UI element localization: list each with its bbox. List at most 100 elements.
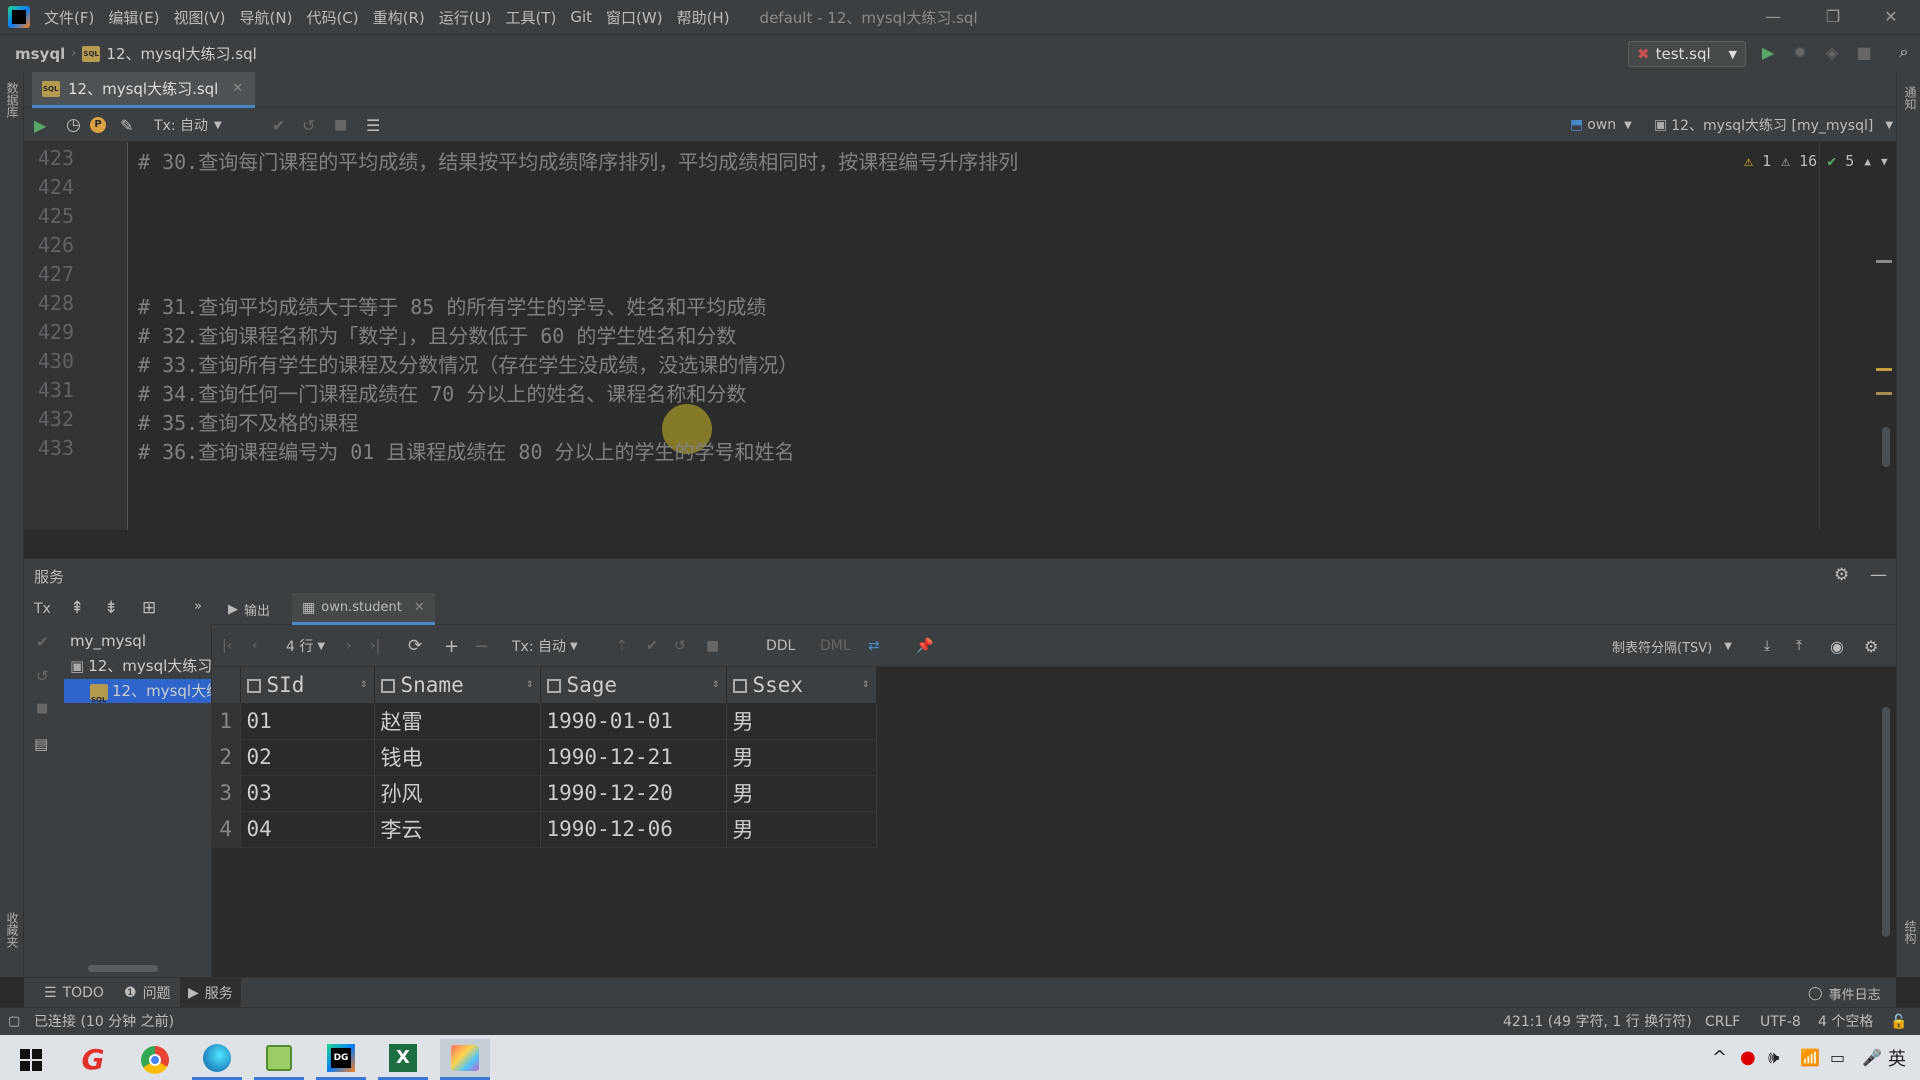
gear-icon[interactable]: ⚙ (1864, 625, 1878, 667)
indent-setting[interactable]: 4 个空格 (1818, 1008, 1873, 1036)
row-count-select[interactable]: 4 行 ▼ (286, 625, 325, 667)
group-by-icon[interactable]: ⊞ (142, 598, 156, 618)
cell-sname[interactable]: 李云 (374, 811, 541, 848)
cell-sage[interactable]: 1990-12-20 (540, 775, 727, 812)
table-row[interactable]: 2 02 钱电 1990-12-21 男 (212, 739, 877, 776)
status-panel-icon[interactable]: ▢ (8, 1008, 20, 1036)
volume-icon[interactable]: 🕪 (1768, 1035, 1779, 1080)
compare-icon[interactable]: ⇄ (868, 625, 880, 667)
submit-icon[interactable]: ⇡ (616, 625, 628, 667)
services-tool-button[interactable]: ▶ 服务 (180, 978, 241, 1008)
chrome-icon[interactable] (130, 1039, 180, 1080)
wifi-icon[interactable]: 📶 (1800, 1035, 1820, 1080)
favorites-tool-button[interactable]: 收藏夹 (4, 912, 21, 948)
stop-icon[interactable]: ■ (1852, 43, 1876, 62)
paint-icon[interactable] (440, 1039, 490, 1080)
menu-run[interactable]: 运行(U) (439, 7, 492, 28)
lock-icon[interactable]: 🔓 (1890, 1008, 1907, 1036)
export-format-select[interactable]: 制表符分隔(TSV) ▼ (1612, 625, 1732, 667)
cell-sid[interactable]: 04 (240, 811, 375, 848)
hide-panel-icon[interactable]: — (1870, 565, 1887, 585)
collapse-all-icon[interactable]: ⇟ (104, 598, 118, 618)
delete-row-icon[interactable]: − (474, 625, 489, 667)
cell-sid[interactable]: 01 (240, 703, 375, 740)
app-g-icon[interactable]: G (68, 1039, 118, 1080)
scroll-marker[interactable] (1876, 368, 1892, 371)
column-header-sid[interactable]: SId ⇕ (240, 667, 375, 703)
history-icon[interactable]: ◷ (66, 108, 81, 142)
todo-tool-button[interactable]: ☰ TODO (36, 978, 112, 1008)
schema-select[interactable]: ⬒ own ▼ (1570, 108, 1632, 142)
editor-scrollbar-thumb[interactable] (1882, 427, 1890, 467)
commit-icon[interactable]: ✔ (272, 108, 285, 142)
menu-view[interactable]: 视图(V) (174, 7, 226, 28)
console-select[interactable]: ▣ 12、mysql大练习 [my_mysql] ▼ (1654, 108, 1893, 142)
cell-sage[interactable]: 1990-12-21 (540, 739, 727, 776)
tray-expand-icon[interactable]: ^ (1712, 1035, 1727, 1080)
column-header-ssex[interactable]: Ssex ⇕ (726, 667, 877, 703)
previous-page-icon[interactable]: ‹ (252, 625, 258, 667)
caret-position[interactable]: 421:1 (49 字符, 1 行 换行符) (1503, 1008, 1692, 1036)
menu-refactor[interactable]: 重构(R) (373, 7, 425, 28)
commit-icon[interactable]: ✔ (36, 633, 49, 651)
problems-tool-button[interactable]: ❶ 问题 (116, 978, 179, 1008)
first-page-icon[interactable]: |‹ (222, 625, 232, 667)
menu-file[interactable]: 文件(F) (44, 7, 94, 28)
execute-icon[interactable]: ▶ (34, 108, 46, 142)
column-header-sname[interactable]: Sname ⇕ (374, 667, 541, 703)
ime-indicator[interactable]: 英 (1888, 1035, 1906, 1080)
layout-icon[interactable]: ▤ (34, 735, 48, 753)
download-icon[interactable]: ⤓ (1764, 625, 1770, 667)
windows-start-icon[interactable] (6, 1039, 56, 1080)
output-layout-icon[interactable]: ☰ (366, 108, 380, 142)
restore-button[interactable]: ❐ (1810, 4, 1856, 30)
grid-scrollbar-thumb[interactable] (1882, 707, 1890, 937)
tree-node-datasource[interactable]: my_mysql (70, 629, 146, 653)
cell-sid[interactable]: 03 (240, 775, 375, 812)
rollback-icon[interactable]: ↺ (674, 625, 686, 667)
tree-node-console[interactable]: ▣ 12、mysql大练习 (70, 654, 211, 678)
tab-output[interactable]: ▶ 输出 (218, 593, 280, 625)
debug-icon[interactable]: ✹ (1788, 43, 1812, 62)
notepad-plus-icon[interactable] (254, 1039, 304, 1080)
grid-transaction-mode-select[interactable]: Tx: 自动 ▼ (512, 625, 578, 667)
tree-node-session-selected[interactable]: 12、mysql大练习 (64, 679, 211, 712)
cell-sage[interactable]: 1990-12-06 (540, 811, 727, 848)
search-icon[interactable]: ⌕ (1892, 42, 1916, 62)
tab-own-student[interactable]: ▦ own.student ✕ (292, 593, 435, 625)
cell-sname[interactable]: 孙风 (374, 775, 541, 812)
line-separator[interactable]: CRLF (1705, 1008, 1740, 1036)
scroll-marker[interactable] (1876, 392, 1892, 395)
menu-git[interactable]: Git (570, 8, 592, 26)
cell-sage[interactable]: 1990-01-01 (540, 703, 727, 740)
explain-plan-icon[interactable]: P (90, 108, 106, 142)
scroll-marker[interactable] (1876, 260, 1892, 263)
chevron-up-icon[interactable]: ▲ (1864, 155, 1871, 168)
cancel-icon[interactable]: ■ (706, 625, 719, 667)
column-header-sage[interactable]: Sage ⇕ (540, 667, 727, 703)
coverage-icon[interactable]: ◈ (1820, 43, 1844, 62)
cell-sname[interactable]: 赵雷 (374, 703, 541, 740)
view-icon[interactable]: ◉ (1830, 625, 1844, 667)
ddl-button[interactable]: DDL (766, 625, 795, 667)
structure-tool-button[interactable]: 结构 (1902, 920, 1919, 944)
cell-sname[interactable]: 钱电 (374, 739, 541, 776)
sql-editor[interactable]: 423 424 425 426 427 428 429 430 431 432 … (24, 142, 1896, 530)
commit-icon[interactable]: ✔ (646, 625, 658, 667)
file-encoding[interactable]: UTF-8 (1760, 1008, 1801, 1036)
record-icon[interactable]: ● (1740, 1035, 1756, 1080)
pin-tab-icon[interactable]: 📌 (916, 625, 933, 667)
database-tool-button[interactable]: 数据库 (4, 82, 21, 118)
battery-icon[interactable]: ▭ (1830, 1035, 1845, 1080)
expand-all-icon[interactable]: ⇞ (70, 598, 84, 618)
rollback-icon[interactable]: ↺ (302, 108, 315, 142)
cell-ssex[interactable]: 男 (726, 811, 877, 848)
breadcrumb-file[interactable]: 12、mysql大练习.sql (106, 43, 256, 64)
connection-status[interactable]: 已连接 (10 分钟 之前) (34, 1008, 174, 1036)
cell-sid[interactable]: 02 (240, 739, 375, 776)
rollback-icon[interactable]: ↺ (36, 667, 49, 685)
chevron-down-icon[interactable]: ▼ (1881, 155, 1888, 168)
menu-code[interactable]: 代码(C) (306, 7, 358, 28)
menu-edit[interactable]: 编辑(E) (108, 7, 159, 28)
event-log-tool-button[interactable]: ◯ 事件日志 (1800, 978, 1889, 1008)
